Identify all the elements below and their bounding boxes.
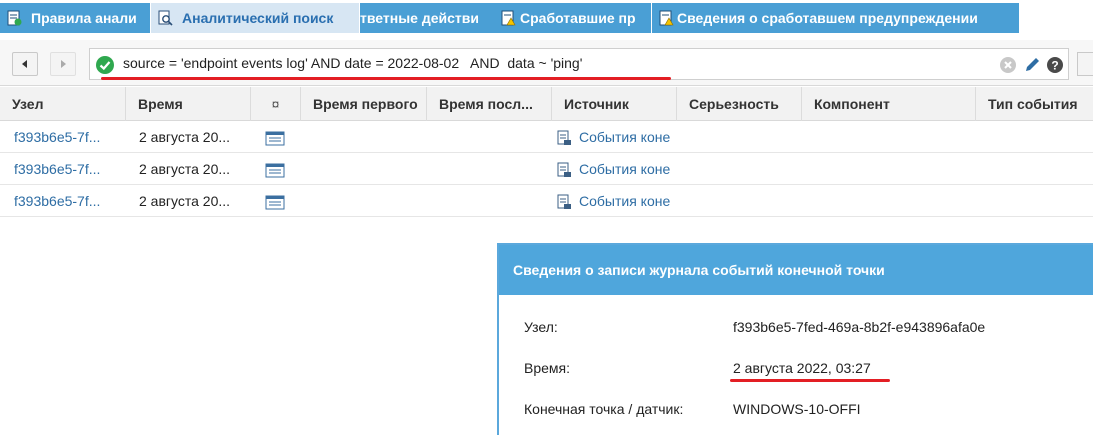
event-details-panel: Сведения о записи журнала событий конечн… (497, 243, 1093, 435)
back-button[interactable] (12, 52, 38, 76)
query-input[interactable]: source = 'endpoint events log' AND date … (89, 48, 1069, 80)
time-highlight (730, 379, 890, 382)
endpoint-log-icon (557, 194, 571, 209)
table-row[interactable]: f393b6e5-7f... 2 августа 20... События к… (0, 154, 1093, 185)
more-button[interactable] (1077, 52, 1093, 76)
tab-label: Сведения о сработавшем предупреждении (677, 10, 978, 26)
rules-doc-icon (7, 10, 22, 26)
forward-button[interactable] (50, 52, 76, 76)
pencil-icon[interactable] (1023, 56, 1041, 74)
row-source-link[interactable]: События коне (579, 122, 677, 153)
table-row[interactable]: f393b6e5-7f... 2 августа 20... События к… (0, 186, 1093, 217)
tab-alert-details[interactable]: Сведения о сработавшем предупреждении (652, 3, 1020, 33)
filter-bar: source = 'endpoint events log' AND date … (0, 40, 1093, 86)
row-node-link[interactable]: f393b6e5-7f... (14, 154, 124, 185)
calendar-icon[interactable] (265, 130, 285, 146)
column-event-type[interactable]: Тип события (976, 87, 1093, 121)
detail-value-endpoint: WINDOWS-10-OFFI (733, 401, 861, 417)
table-header: Узел Время ¤ Время первого Время посл...… (0, 87, 1093, 121)
endpoint-log-icon (557, 130, 571, 145)
row-source-link[interactable]: События коне (579, 154, 677, 185)
tab-label: Правила анали (31, 10, 137, 26)
column-node[interactable]: Узел (0, 87, 126, 121)
detail-value-time: 2 августа 2022, 03:27 (733, 360, 871, 376)
column-severity[interactable]: Серьезность (677, 87, 802, 121)
calendar-icon[interactable] (265, 194, 285, 210)
tab-label: тветные действи (360, 10, 479, 26)
row-source-link[interactable]: События коне (579, 186, 677, 217)
app-root: Правила анали Аналитический поиск тветны… (0, 0, 1093, 435)
alert-details-doc-icon (659, 10, 674, 26)
column-last-time[interactable]: Время посл... (427, 87, 552, 121)
tab-bar-filler (1020, 3, 1093, 33)
row-node-link[interactable]: f393b6e5-7f... (14, 186, 124, 217)
tab-response-actions[interactable]: тветные действи Сработавшие пр (360, 3, 652, 33)
row-time: 2 августа 20... (139, 193, 231, 209)
column-source[interactable]: Источник (552, 87, 677, 121)
clear-icon[interactable] (999, 56, 1017, 74)
detail-label-endpoint: Конечная точка / датчик: (524, 401, 684, 417)
column-first-time[interactable]: Время первого (301, 87, 427, 121)
row-time: 2 августа 20... (139, 129, 231, 145)
query-highlight (101, 77, 671, 80)
chevron-left-icon (22, 60, 27, 68)
detail-label-time: Время: (524, 360, 571, 376)
tab-label: Аналитический поиск (182, 10, 334, 26)
triggered-doc-icon (501, 10, 516, 26)
query-text[interactable]: source = 'endpoint events log' AND date … (123, 55, 582, 71)
endpoint-log-icon (557, 162, 571, 177)
tab-triggered-rules-label[interactable]: Сработавшие пр (520, 3, 636, 33)
check-circle-icon (96, 56, 114, 74)
row-time: 2 августа 20... (139, 161, 231, 177)
tab-analytic-search[interactable]: Аналитический поиск (151, 3, 360, 33)
row-node-link[interactable]: f393b6e5-7f... (14, 122, 124, 153)
analytic-search-icon (158, 10, 173, 26)
column-icon[interactable]: ¤ (251, 87, 301, 121)
panel-title: Сведения о записи журнала событий конечн… (499, 245, 1093, 295)
column-component[interactable]: Компонент (802, 87, 976, 121)
detail-value-node: f393b6e5-7fed-469a-8b2f-e943896afa0e (733, 319, 986, 335)
column-time[interactable]: Время (126, 87, 251, 121)
help-icon[interactable]: ? (1046, 56, 1064, 74)
calendar-icon[interactable] (265, 162, 285, 178)
column-icon-glyph: ¤ (271, 96, 280, 112)
tab-bar: Правила анали Аналитический поиск тветны… (0, 0, 1093, 33)
chevron-right-icon (61, 60, 66, 68)
tab-analysis-rules[interactable]: Правила анали (0, 3, 151, 33)
table-row[interactable]: f393b6e5-7f... 2 августа 20... События к… (0, 122, 1093, 153)
svg-text:?: ? (1051, 59, 1058, 73)
detail-label-node: Узел: (524, 319, 558, 335)
